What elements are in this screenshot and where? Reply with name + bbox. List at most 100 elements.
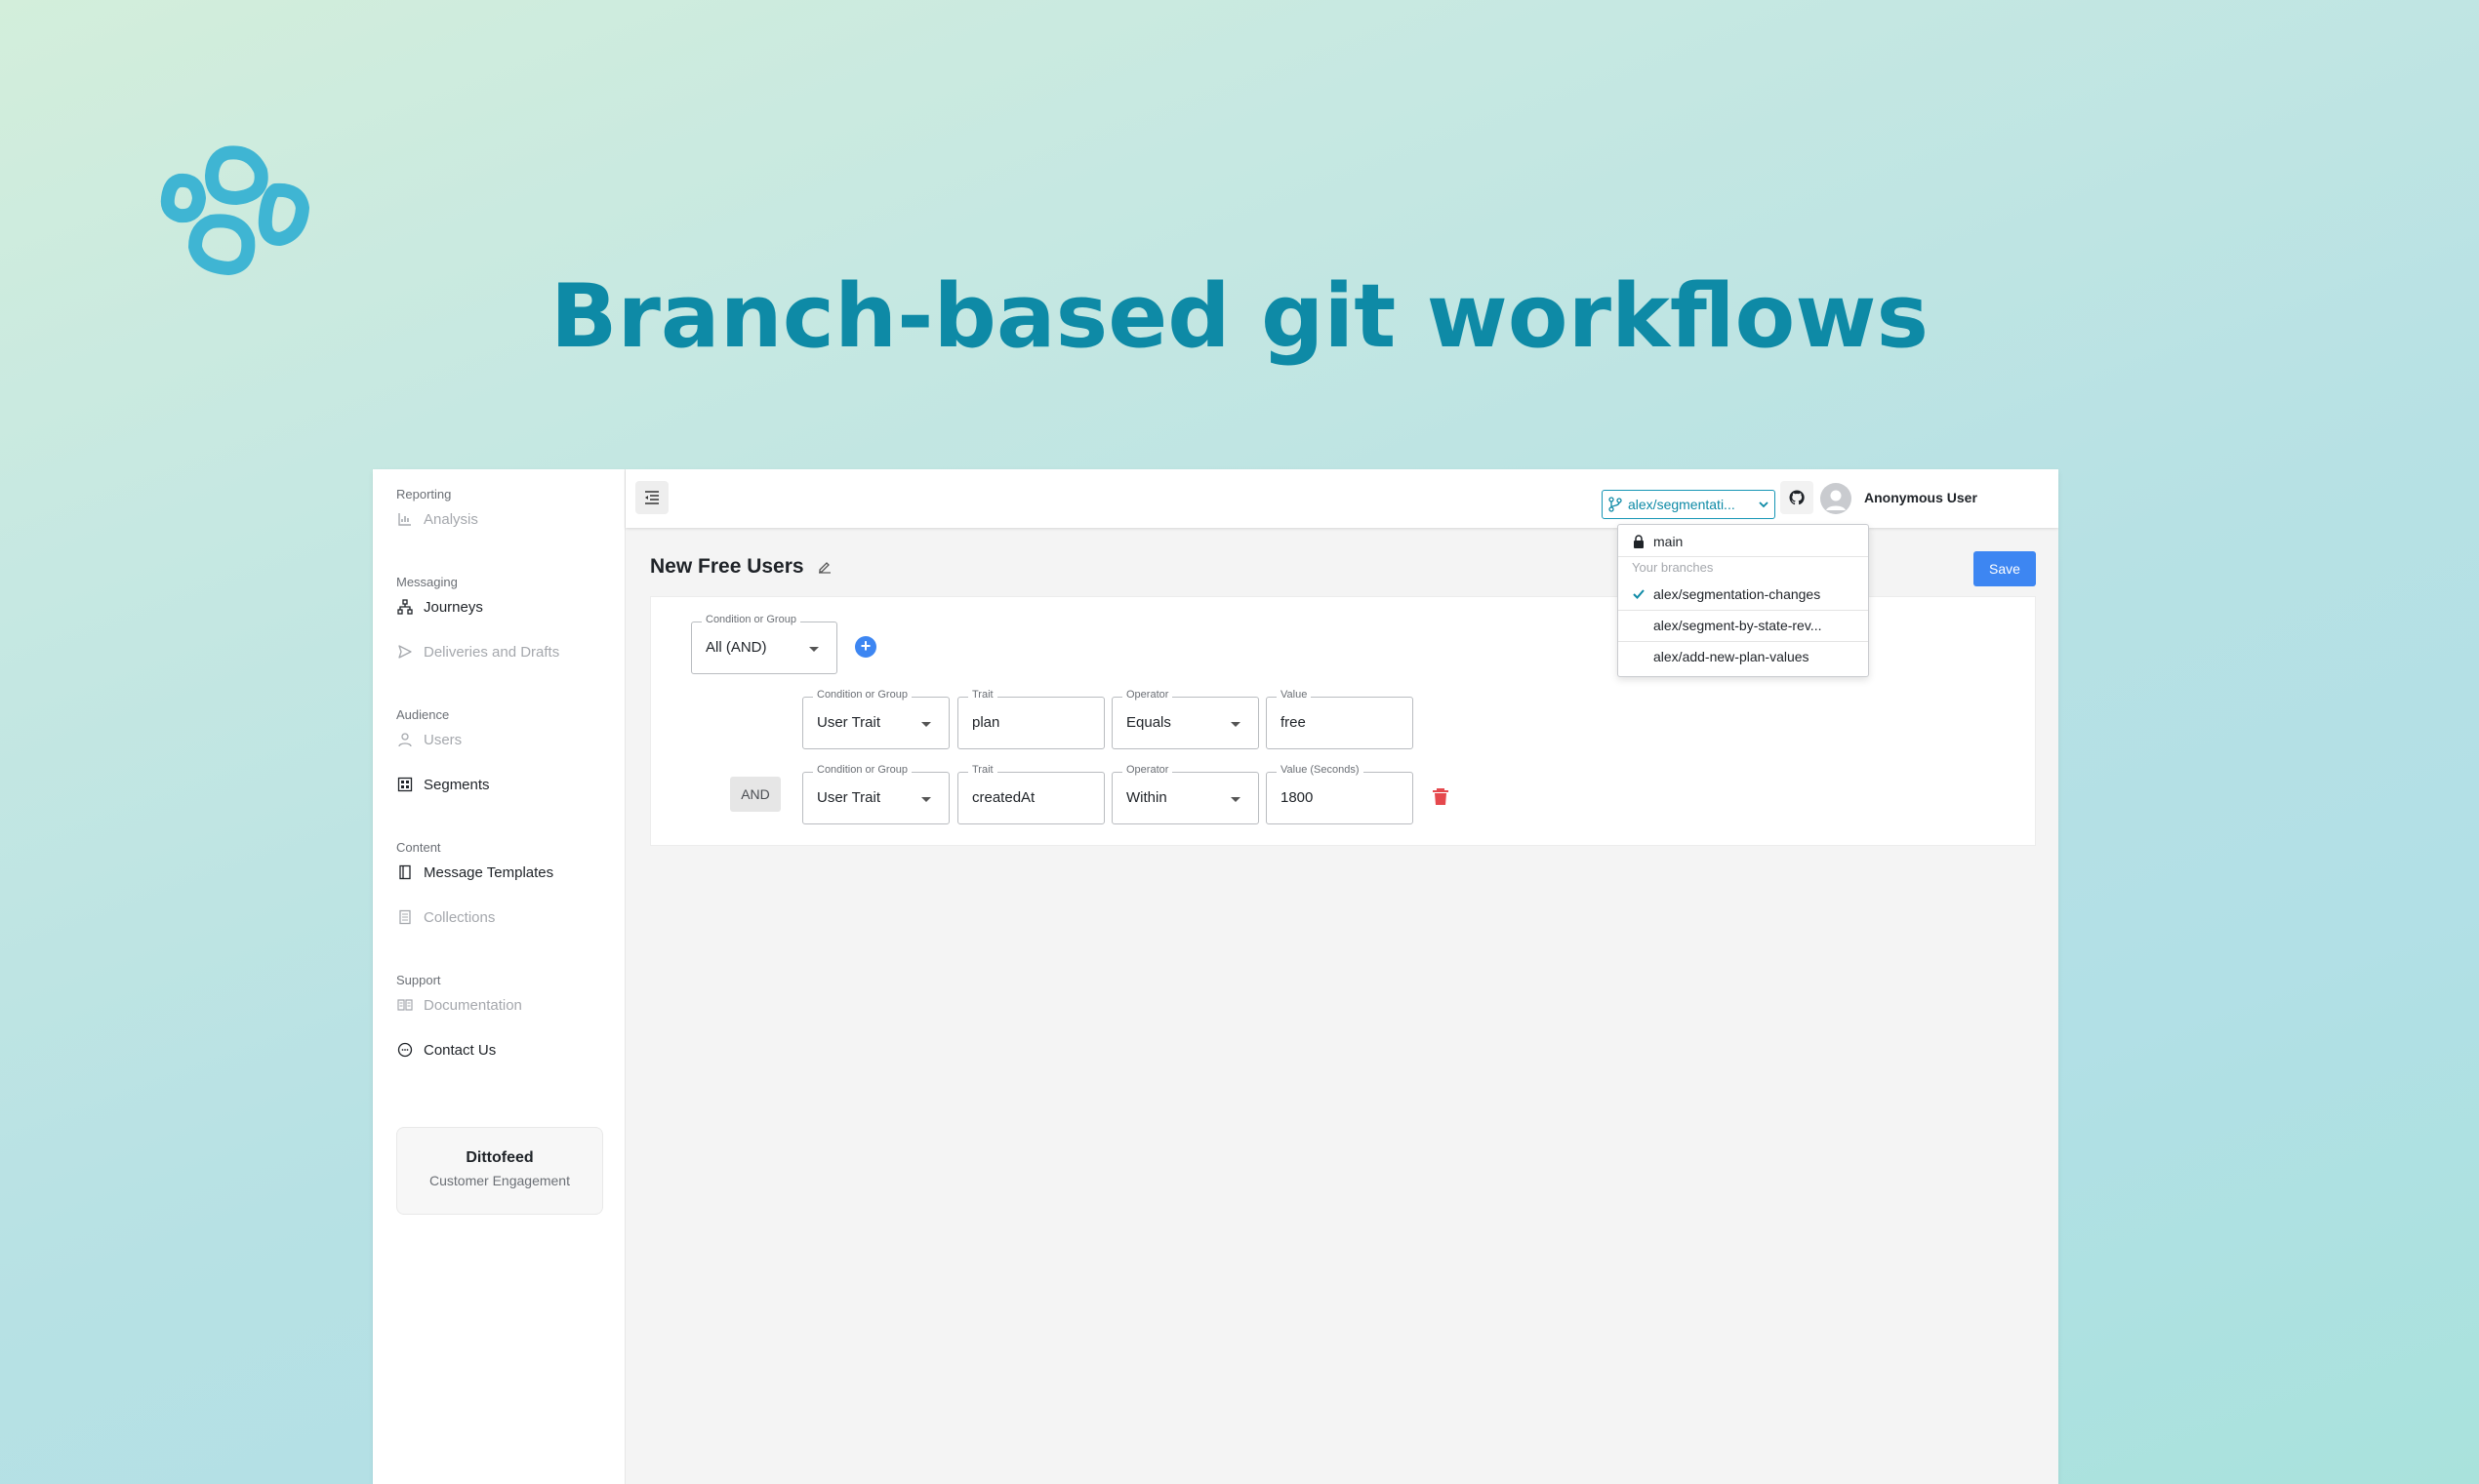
field-value: createdAt xyxy=(972,789,1036,806)
branch-option-selected[interactable]: alex/segmentation-changes xyxy=(1618,580,1868,609)
collapse-sidebar-button[interactable] xyxy=(635,481,669,514)
page-title: New Free Users xyxy=(650,555,832,579)
field-value: User Trait xyxy=(817,789,881,806)
sidebar-item-contact[interactable]: Contact Us xyxy=(396,1035,606,1064)
and-operator-badge: AND xyxy=(730,777,781,812)
field-label: Condition or Group xyxy=(702,614,800,625)
sidebar-item-label: Contact Us xyxy=(424,1041,497,1059)
sidebar-item-label: Users xyxy=(424,731,463,748)
section-reporting: Reporting xyxy=(396,487,452,501)
edit-pencil-icon[interactable] xyxy=(818,560,832,574)
sidebar: Reporting Analysis Messaging Journeys De… xyxy=(373,469,626,1484)
root-group-select[interactable]: Condition or Group All (AND) xyxy=(691,614,837,674)
caret-down-icon xyxy=(1231,722,1240,727)
field-label: Trait xyxy=(968,764,997,776)
divider xyxy=(1618,556,1868,557)
chevron-down-icon xyxy=(1759,501,1768,508)
sidebar-item-journeys[interactable]: Journeys xyxy=(396,592,606,622)
caret-down-icon xyxy=(809,647,819,652)
branch-option-label: main xyxy=(1653,534,1684,549)
field-value: plan xyxy=(972,714,1000,731)
avatar[interactable] xyxy=(1820,483,1851,514)
brand-name: Dittofeed xyxy=(466,1149,534,1166)
chat-bubble-icon xyxy=(396,1041,414,1059)
topbar: alex/segmentati... Anonymous User xyxy=(626,469,2058,528)
sidebar-item-label: Deliveries and Drafts xyxy=(424,643,560,661)
check-icon xyxy=(1633,589,1645,599)
flow-icon xyxy=(396,598,414,616)
branch-option-label: alex/segmentation-changes xyxy=(1653,586,1821,602)
bar-chart-icon xyxy=(396,510,414,528)
sidebar-item-segments[interactable]: Segments xyxy=(396,770,606,799)
sidebar-item-message-templates[interactable]: Message Templates xyxy=(396,858,606,887)
github-button[interactable] xyxy=(1780,481,1813,514)
caret-down-icon xyxy=(1231,797,1240,802)
field-value: 1800 xyxy=(1280,789,1314,806)
sidebar-item-label: Message Templates xyxy=(424,863,554,881)
condition-group-select[interactable]: Condition or Group User Trait xyxy=(802,689,950,749)
section-content: Content xyxy=(396,840,441,855)
open-book-icon xyxy=(396,996,414,1014)
sidebar-item-label: Segments xyxy=(424,776,490,793)
operator-select[interactable]: Operator Equals xyxy=(1112,689,1259,749)
segment-name: New Free Users xyxy=(650,555,804,578)
github-icon xyxy=(1789,490,1805,505)
operator-select[interactable]: Operator Within xyxy=(1112,764,1259,824)
username: Anonymous User xyxy=(1864,490,1977,505)
branch-option[interactable]: alex/add-new-plan-values xyxy=(1618,642,1868,671)
caret-down-icon xyxy=(921,722,931,727)
value-input[interactable]: Value free xyxy=(1266,689,1413,749)
condition-group-select[interactable]: Condition or Group User Trait xyxy=(802,764,950,824)
add-condition-button[interactable]: + xyxy=(855,636,876,658)
branch-option-label: alex/segment-by-state-rev... xyxy=(1653,618,1822,633)
field-value: free xyxy=(1280,714,1306,731)
sidebar-item-analysis[interactable]: Analysis xyxy=(396,504,606,534)
branch-dropdown-menu: main Your branches alex/segmentation-cha… xyxy=(1617,524,1869,677)
grid-icon xyxy=(396,776,414,793)
field-label: Condition or Group xyxy=(813,689,912,701)
lock-icon xyxy=(1634,535,1644,548)
user-icon xyxy=(396,731,414,748)
sidebar-item-label: Analysis xyxy=(424,510,478,528)
menu-collapse-icon xyxy=(645,491,659,504)
section-support: Support xyxy=(396,973,441,987)
field-label: Operator xyxy=(1122,689,1173,701)
field-value: All (AND) xyxy=(706,639,767,656)
branch-select[interactable]: alex/segmentati... xyxy=(1602,490,1775,519)
field-label: Value xyxy=(1277,689,1312,701)
section-messaging: Messaging xyxy=(396,575,458,589)
field-value: Equals xyxy=(1126,714,1171,731)
value-input[interactable]: Value (Seconds) 1800 xyxy=(1266,764,1413,824)
branch-select-value: alex/segmentati... xyxy=(1628,497,1735,512)
field-label: Operator xyxy=(1122,764,1173,776)
sidebar-item-label: Documentation xyxy=(424,996,522,1014)
branch-option-label: alex/add-new-plan-values xyxy=(1653,649,1809,664)
field-label: Value (Seconds) xyxy=(1277,764,1363,776)
sidebar-item-collections[interactable]: Collections xyxy=(396,902,606,932)
caret-down-icon xyxy=(921,797,931,802)
save-button[interactable]: Save xyxy=(1973,551,2036,586)
field-label: Trait xyxy=(968,689,997,701)
sidebar-item-label: Journeys xyxy=(424,598,483,616)
branches-header: Your branches xyxy=(1632,560,1714,575)
branch-option[interactable]: alex/segment-by-state-rev... xyxy=(1618,611,1868,640)
trait-input[interactable]: Trait plan xyxy=(957,689,1105,749)
field-value: Within xyxy=(1126,789,1167,806)
trait-input[interactable]: Trait createdAt xyxy=(957,764,1105,824)
brand-subtitle: Customer Engagement xyxy=(429,1173,570,1188)
field-value: User Trait xyxy=(817,714,881,731)
sidebar-item-users[interactable]: Users xyxy=(396,725,606,754)
branch-option-main[interactable]: main xyxy=(1618,527,1868,556)
delete-trash-icon[interactable] xyxy=(1430,785,1451,807)
sidebar-item-documentation[interactable]: Documentation xyxy=(396,990,606,1020)
headline: Branch-based git workflows xyxy=(549,265,1930,368)
git-branch-icon xyxy=(1608,497,1622,512)
book-icon xyxy=(396,863,414,881)
sidebar-item-label: Collections xyxy=(424,908,496,926)
field-label: Condition or Group xyxy=(813,764,912,776)
brand-card: Dittofeed Customer Engagement xyxy=(396,1127,603,1215)
user-avatar-icon xyxy=(1826,490,1846,510)
sidebar-item-deliveries[interactable]: Deliveries and Drafts xyxy=(396,637,606,666)
send-icon xyxy=(396,643,414,661)
dittofeed-logo xyxy=(160,145,309,275)
